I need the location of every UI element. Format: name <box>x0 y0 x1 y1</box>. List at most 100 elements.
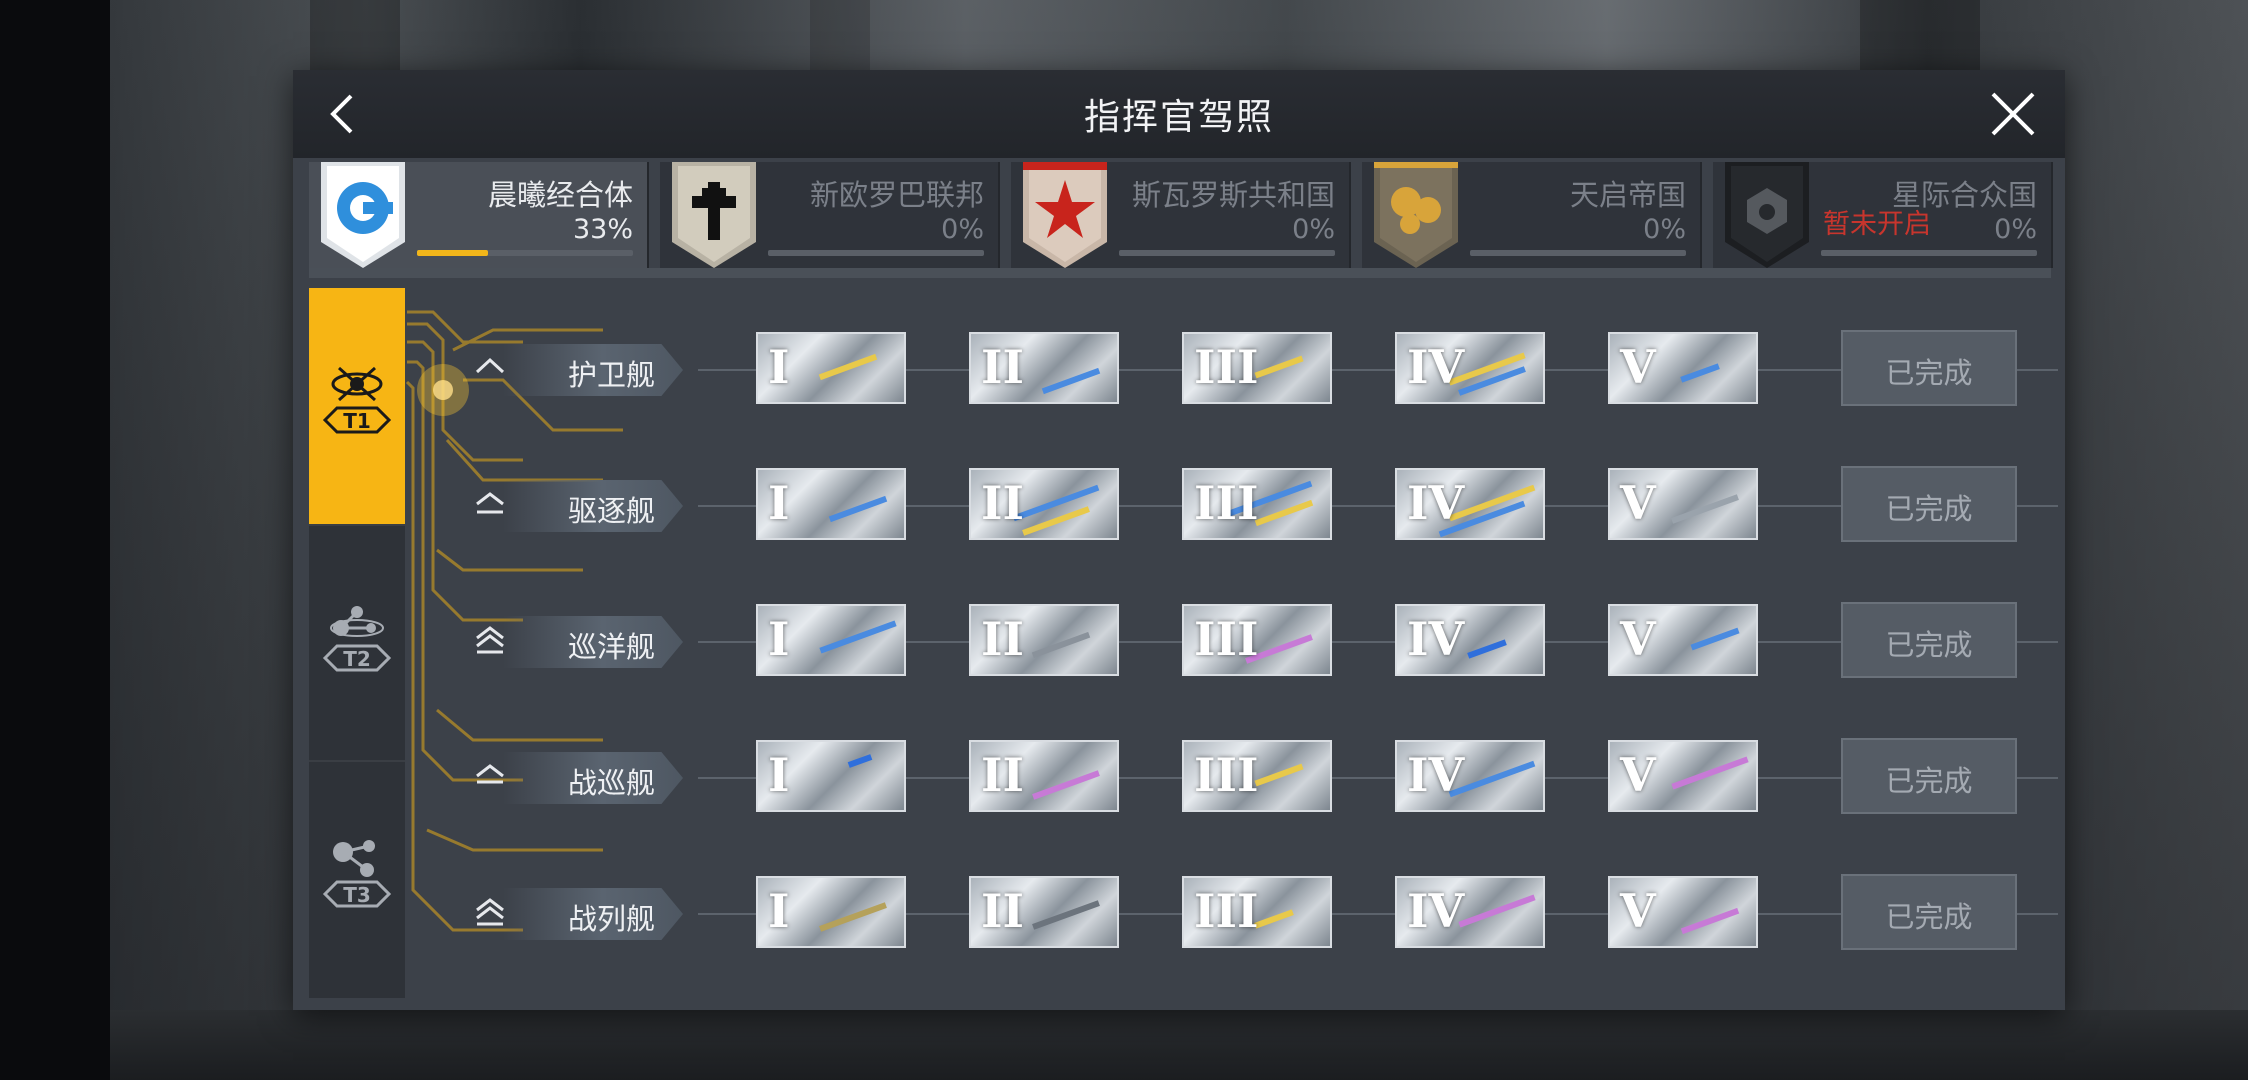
level-card[interactable]: IV <box>1395 740 1545 812</box>
faction-progress-fill <box>417 250 489 256</box>
faction-percent: 33% <box>572 214 633 245</box>
faction-tab-new-europa[interactable]: 新欧罗巴联邦 0% <box>660 162 1000 268</box>
level-numeral: V <box>1620 612 1656 666</box>
level-card[interactable]: I <box>756 604 906 676</box>
page-title: 指挥官驾照 <box>1083 97 1274 138</box>
ship-type-name: 护卫舰 <box>567 358 655 392</box>
faction-name: 晨曦经合体 <box>487 178 633 212</box>
level-card[interactable]: IV <box>1395 604 1545 676</box>
level-numeral: IV <box>1407 476 1465 530</box>
level-card[interactable]: IV <box>1395 876 1545 948</box>
level-card[interactable]: II <box>969 876 1119 948</box>
level-numeral: V <box>1620 884 1656 938</box>
ship-row-destroyer: 驱逐舰 I II III IV V 已完成 <box>293 466 2065 544</box>
level-numeral: II <box>981 884 1025 938</box>
level-numeral: IV <box>1407 884 1465 938</box>
close-button[interactable] <box>1983 84 2043 144</box>
level-card[interactable]: V <box>1608 876 1758 948</box>
completed-button[interactable]: 已完成 <box>1841 330 2017 406</box>
level-numeral: IV <box>1407 612 1465 666</box>
ship-row-cruiser: 巡洋舰 I II III IV V 已完成 <box>293 602 2065 680</box>
level-numeral: I <box>768 612 790 666</box>
faction-tab-stellar[interactable]: 星际合众国 0% 暂未开启 <box>1713 162 2053 268</box>
faction-name: 新欧罗巴联邦 <box>809 178 984 212</box>
faction-percent: 0% <box>1994 214 2037 245</box>
triple-chevron-up-icon <box>476 626 504 654</box>
level-card[interactable]: IV <box>1395 332 1545 404</box>
level-card[interactable]: II <box>969 740 1119 812</box>
level-card[interactable]: III <box>1182 740 1332 812</box>
ship-type-label: 战列舰 <box>503 888 683 940</box>
level-card[interactable]: I <box>756 876 906 948</box>
faction-name: 斯瓦罗斯共和国 <box>1131 178 1335 212</box>
level-card[interactable]: I <box>756 740 906 812</box>
faction-progress-bar <box>768 250 984 256</box>
level-card[interactable]: IV <box>1395 468 1545 540</box>
level-card[interactable]: III <box>1182 876 1332 948</box>
svg-text:T1: T1 <box>343 409 371 433</box>
level-numeral: III <box>1194 476 1259 530</box>
level-numeral: V <box>1620 476 1656 530</box>
level-card[interactable]: V <box>1608 740 1758 812</box>
level-numeral: II <box>981 612 1025 666</box>
ship-row-battleship: 战列舰 I II III IV V 已完成 <box>293 874 2065 952</box>
level-card[interactable]: V <box>1608 468 1758 540</box>
level-numeral: III <box>1194 340 1259 394</box>
ship-type-name: 战列舰 <box>567 902 655 936</box>
chevron-up-icon <box>475 357 505 374</box>
completed-label: 已完成 <box>1885 356 1973 390</box>
faction-tabs: 晨曦经合体 33% 新欧罗巴联邦 0% 斯瓦罗斯共和国 0% 天启帝国 0% 星… <box>309 162 2053 268</box>
level-numeral: I <box>768 748 790 802</box>
faction-progress-bar <box>1470 250 1686 256</box>
level-card[interactable]: II <box>969 468 1119 540</box>
faction-divider <box>309 268 2051 278</box>
level-numeral: III <box>1194 612 1259 666</box>
level-numeral: V <box>1620 340 1656 394</box>
completed-button[interactable]: 已完成 <box>1841 602 2017 678</box>
level-card[interactable]: V <box>1608 604 1758 676</box>
ship-type-name: 战巡舰 <box>567 766 655 800</box>
completed-label: 已完成 <box>1885 628 1973 662</box>
chevron-up-icon <box>476 764 504 784</box>
faction-percent: 0% <box>941 214 984 245</box>
ship-type-name: 驱逐舰 <box>567 494 655 528</box>
ship-row-frigate: 护卫舰 I II III IV V 已完成 <box>293 330 2065 408</box>
level-numeral: V <box>1620 748 1656 802</box>
dawn-emblem-icon <box>321 162 405 268</box>
level-card[interactable]: III <box>1182 332 1332 404</box>
level-card[interactable]: III <box>1182 604 1332 676</box>
level-card[interactable]: II <box>969 332 1119 404</box>
level-numeral: III <box>1194 884 1259 938</box>
faction-progress-bar <box>1119 250 1335 256</box>
faction-percent: 0% <box>1292 214 1335 245</box>
completed-button[interactable]: 已完成 <box>1841 738 2017 814</box>
level-numeral: I <box>768 884 790 938</box>
completed-button[interactable]: 已完成 <box>1841 466 2017 542</box>
faction-percent: 0% <box>1643 214 1686 245</box>
completed-label: 已完成 <box>1885 900 1973 934</box>
cube-emblem-icon <box>1725 162 1809 268</box>
level-card[interactable]: II <box>969 604 1119 676</box>
level-card[interactable]: I <box>756 332 906 404</box>
ship-type-label: 护卫舰 <box>503 344 683 396</box>
level-numeral: II <box>981 476 1025 530</box>
level-card[interactable]: III <box>1182 468 1332 540</box>
level-numeral: III <box>1194 748 1259 802</box>
completed-button[interactable]: 已完成 <box>1841 874 2017 950</box>
level-card[interactable]: V <box>1608 332 1758 404</box>
completed-label: 已完成 <box>1885 492 1973 526</box>
ship-type-label: 战巡舰 <box>503 752 683 804</box>
double-chevron-up-icon <box>476 898 504 926</box>
double-chevron-up-icon <box>476 492 504 514</box>
faction-tab-svaros[interactable]: 斯瓦罗斯共和国 0% <box>1011 162 1351 268</box>
faction-tab-apocalypse[interactable]: 天启帝国 0% <box>1362 162 1702 268</box>
faction-tab-dawn[interactable]: 晨曦经合体 33% <box>309 162 649 268</box>
star-emblem-icon <box>1023 162 1107 268</box>
level-card[interactable]: I <box>756 468 906 540</box>
level-numeral: IV <box>1407 748 1465 802</box>
locked-label: 暂未开启 <box>1823 209 1931 240</box>
close-icon <box>1991 92 2035 136</box>
faction-progress-bar <box>1821 250 2037 256</box>
ship-type-label: 巡洋舰 <box>503 616 683 668</box>
cross-emblem-icon <box>672 162 756 268</box>
